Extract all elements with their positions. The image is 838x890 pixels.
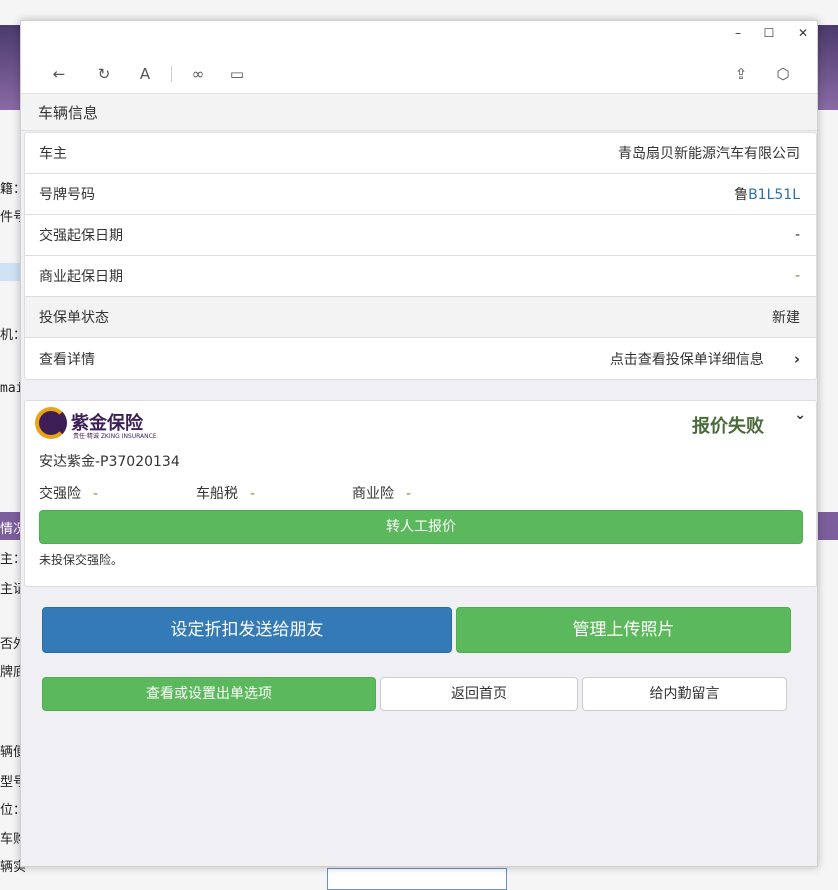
link-icon[interactable]: ∞ bbox=[187, 63, 209, 85]
back-home-button[interactable]: 返回首页 bbox=[380, 677, 578, 711]
quote-note: 未投保交强险。 bbox=[39, 553, 124, 567]
background-input bbox=[327, 868, 507, 890]
toolbar-divider bbox=[171, 66, 172, 82]
info-value: 新建 bbox=[772, 310, 800, 326]
send-discount-button[interactable]: 设定折扣发送给朋友 bbox=[42, 607, 452, 653]
info-row-owner: 车主 青岛扇贝新能源汽车有限公司 bbox=[25, 133, 816, 174]
details-link[interactable]: 点击查看投保单详细信息 bbox=[610, 352, 764, 368]
coverage-label: 商业险 bbox=[352, 486, 394, 502]
info-value: - bbox=[794, 227, 800, 243]
company-code: 安达紫金-P37020134 bbox=[39, 454, 180, 470]
info-label: 交强起保日期 bbox=[39, 228, 123, 244]
info-row-plate: 号牌号码 鲁B1L51L bbox=[25, 174, 816, 215]
chevron-down-icon[interactable]: ⌄ bbox=[794, 407, 806, 423]
insurer-logo-subtitle: 责任·精诚 ZKING INSURANCE bbox=[73, 433, 157, 440]
info-row-status: 投保单状态 新建 bbox=[25, 297, 816, 338]
share-icon[interactable]: ⇪ bbox=[730, 63, 752, 85]
coverage-value: - bbox=[93, 486, 99, 502]
info-value: - bbox=[794, 268, 800, 284]
info-value: 青岛扇贝新能源汽车有限公司 bbox=[618, 146, 800, 162]
quote-status: 报价失败 bbox=[692, 416, 764, 437]
cube-icon[interactable]: ⬡ bbox=[772, 63, 794, 85]
popup-window: – ☐ ✕ ← ↻ A ∞ ▭ ⇪ ⬡ 车辆信息 车主 青岛扇贝新能源汽车有限公… bbox=[20, 20, 818, 867]
vehicle-info-card: 车主 青岛扇贝新能源汽车有限公司 号牌号码 鲁B1L51L 交强起保日期 - 商… bbox=[24, 132, 817, 380]
font-size-icon[interactable]: A bbox=[134, 63, 156, 85]
info-row-compulsory-date: 交强起保日期 - bbox=[25, 215, 816, 256]
maximize-button[interactable]: ☐ bbox=[757, 26, 781, 46]
refresh-icon[interactable]: ↻ bbox=[93, 63, 115, 85]
info-row-commercial-date: 商业起保日期 - bbox=[25, 256, 816, 297]
coverage-value: - bbox=[250, 486, 256, 502]
chevron-right-icon: › bbox=[793, 349, 800, 368]
coverage-value: - bbox=[406, 486, 412, 502]
minimize-button[interactable]: – bbox=[726, 26, 750, 46]
plate-number: B1L51L bbox=[748, 187, 800, 203]
section-header: 车辆信息 bbox=[21, 93, 817, 131]
manual-quote-button[interactable]: 转人工报价 bbox=[39, 510, 803, 544]
info-label: 商业起保日期 bbox=[39, 269, 123, 285]
coverage-label: 交强险 bbox=[39, 486, 81, 502]
close-button[interactable]: ✕ bbox=[791, 26, 815, 46]
info-value: 鲁B1L51L bbox=[734, 184, 800, 204]
info-label: 号牌号码 bbox=[39, 187, 95, 203]
coverage-vessel-tax: 车船税 - bbox=[196, 483, 255, 503]
info-label: 查看详情 bbox=[39, 351, 95, 368]
coverage-commercial: 商业险 - bbox=[352, 483, 411, 503]
insurer-logo-mark bbox=[35, 407, 67, 439]
info-label: 车主 bbox=[39, 146, 67, 162]
order-options-button[interactable]: 查看或设置出单选项 bbox=[42, 677, 376, 711]
leave-message-button[interactable]: 给内勤留言 bbox=[582, 677, 787, 711]
info-label: 投保单状态 bbox=[39, 310, 109, 326]
window-icon[interactable]: ▭ bbox=[226, 63, 248, 85]
manage-photos-button[interactable]: 管理上传照片 bbox=[456, 607, 791, 653]
coverage-compulsory: 交强险 - bbox=[39, 483, 98, 503]
plate-prefix: 鲁 bbox=[734, 187, 749, 203]
coverage-label: 车船税 bbox=[196, 486, 238, 502]
quote-card: 紫金保险 责任·精诚 ZKING INSURANCE 报价失败 ⌄ 安达紫金-P… bbox=[24, 400, 817, 587]
back-arrow-icon[interactable]: ← bbox=[48, 63, 70, 85]
info-row-details[interactable]: 查看详情 点击查看投保单详细信息 › bbox=[25, 338, 816, 379]
titlebar: – ☐ ✕ ← ↻ A ∞ ▭ ⇪ ⬡ bbox=[21, 21, 817, 93]
